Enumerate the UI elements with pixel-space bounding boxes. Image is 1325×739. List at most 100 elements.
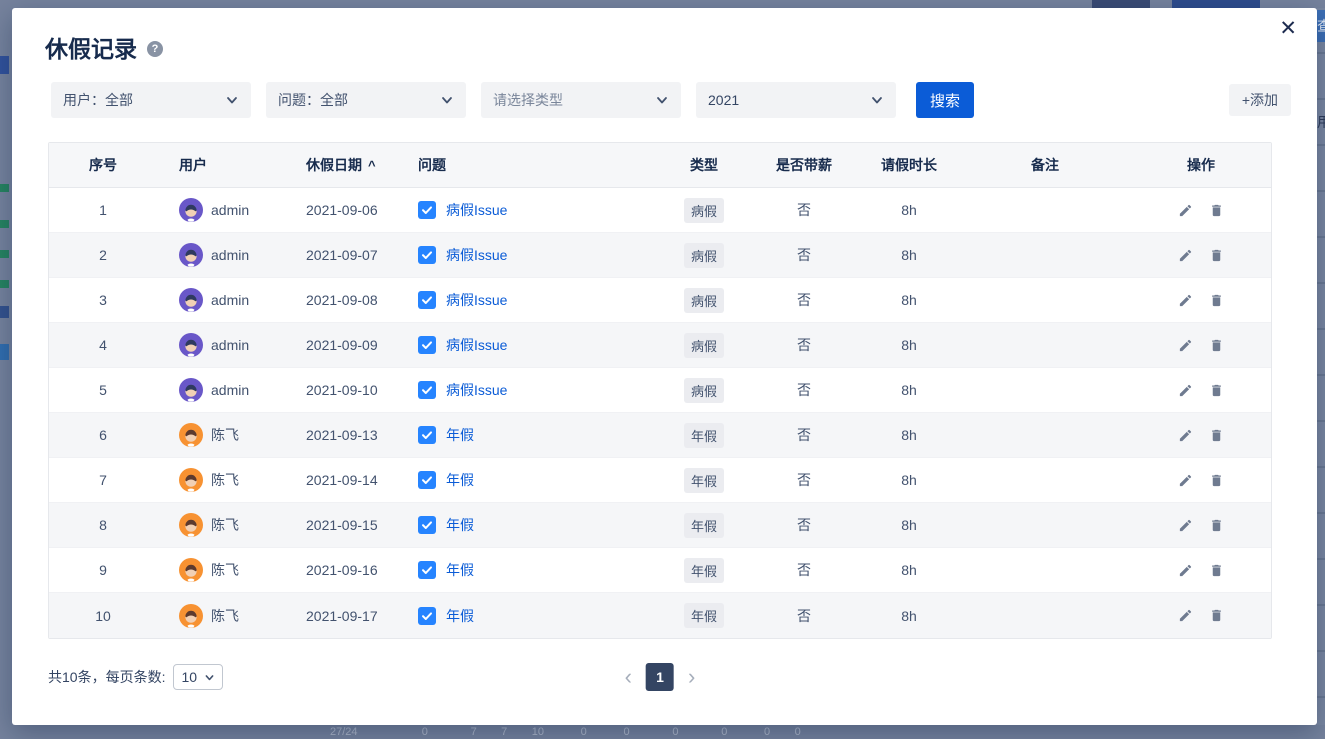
chevron-down-icon <box>655 93 669 107</box>
close-icon[interactable]: ✕ <box>1279 18 1297 39</box>
check-icon <box>421 519 433 531</box>
edit-icon[interactable] <box>1178 203 1193 218</box>
column-header-issue: 问题 <box>396 155 659 175</box>
user-avatar <box>179 243 203 267</box>
leave-date: 2021-09-08 <box>284 292 396 308</box>
next-page-icon[interactable]: › <box>686 666 697 688</box>
type-badge: 年假 <box>684 423 724 448</box>
row-index: 10 <box>49 608 157 624</box>
column-header-paid: 是否带薪 <box>749 155 859 175</box>
issue-link[interactable]: 病假Issue <box>446 335 507 355</box>
search-button[interactable]: 搜索 <box>916 82 974 118</box>
issue-link[interactable]: 年假 <box>446 425 474 445</box>
delete-icon[interactable] <box>1209 428 1224 443</box>
edit-icon[interactable] <box>1178 248 1193 263</box>
user-name: admin <box>211 292 249 308</box>
delete-icon[interactable] <box>1209 518 1224 533</box>
type-badge: 年假 <box>684 558 724 583</box>
issue-checkbox[interactable] <box>418 291 436 309</box>
column-header-user: 用户 <box>157 155 284 175</box>
user-filter-select[interactable]: 用户：全部 <box>51 82 251 118</box>
issue-checkbox[interactable] <box>418 561 436 579</box>
duration-value: 8h <box>859 472 959 488</box>
delete-icon[interactable] <box>1209 293 1224 308</box>
issue-checkbox[interactable] <box>418 336 436 354</box>
year-filter-select[interactable]: 2021 <box>696 82 896 118</box>
type-filter-select[interactable]: 请选择类型 <box>481 82 681 118</box>
issue-checkbox[interactable] <box>418 246 436 264</box>
check-icon <box>421 610 433 622</box>
user-filter-value: 用户：全部 <box>63 90 133 110</box>
delete-icon[interactable] <box>1209 473 1224 488</box>
row-index: 5 <box>49 382 157 398</box>
user-avatar <box>179 288 203 312</box>
page-size-value: 10 <box>181 669 197 685</box>
delete-icon[interactable] <box>1209 248 1224 263</box>
check-icon <box>421 249 433 261</box>
issue-link[interactable]: 病假Issue <box>446 200 507 220</box>
edit-icon[interactable] <box>1178 608 1193 623</box>
delete-icon[interactable] <box>1209 338 1224 353</box>
delete-icon[interactable] <box>1209 203 1224 218</box>
backdrop-artifact <box>0 220 9 228</box>
row-index: 2 <box>49 247 157 263</box>
edit-icon[interactable] <box>1178 338 1193 353</box>
table-row: 5 admin 2021-09-10 病假Issue 病假 否 8h <box>49 368 1271 413</box>
paid-value: 否 <box>749 470 859 490</box>
backdrop-bottom-numbers: 27/24 0 7 7 10 0 0 0 0 0 0 <box>330 726 801 738</box>
row-index: 7 <box>49 472 157 488</box>
delete-icon[interactable] <box>1209 383 1224 398</box>
duration-value: 8h <box>859 382 959 398</box>
duration-value: 8h <box>859 427 959 443</box>
backdrop-peek-button: 查 <box>1317 10 1325 42</box>
duration-value: 8h <box>859 608 959 624</box>
current-page-button[interactable]: 1 <box>646 663 674 691</box>
leave-records-table: 序号 用户 休假日期^ 问题 类型 是否带薪 请假时长 备注 操作 1 admi… <box>48 142 1272 639</box>
duration-value: 8h <box>859 337 959 353</box>
edit-icon[interactable] <box>1178 428 1193 443</box>
edit-icon[interactable] <box>1178 518 1193 533</box>
edit-icon[interactable] <box>1178 383 1193 398</box>
table-row: 8 陈飞 2021-09-15 年假 年假 否 8h <box>49 503 1271 548</box>
delete-icon[interactable] <box>1209 608 1224 623</box>
column-header-date[interactable]: 休假日期^ <box>284 155 396 175</box>
row-index: 1 <box>49 202 157 218</box>
issue-link[interactable]: 病假Issue <box>446 290 507 310</box>
backdrop-artifact <box>1172 0 1260 8</box>
leave-date: 2021-09-15 <box>284 517 396 533</box>
leave-date: 2021-09-10 <box>284 382 396 398</box>
issue-checkbox[interactable] <box>418 381 436 399</box>
edit-icon[interactable] <box>1178 473 1193 488</box>
user-avatar <box>179 513 203 537</box>
user-name: admin <box>211 382 249 398</box>
prev-page-icon[interactable]: ‹ <box>623 666 634 688</box>
issue-link[interactable]: 病假Issue <box>446 245 507 265</box>
issue-checkbox[interactable] <box>418 516 436 534</box>
backdrop-artifact <box>1092 0 1150 8</box>
issue-link[interactable]: 年假 <box>446 470 474 490</box>
backdrop-artifact <box>0 184 9 192</box>
add-button[interactable]: +添加 <box>1229 84 1291 116</box>
issue-checkbox[interactable] <box>418 201 436 219</box>
column-header-no: 序号 <box>49 155 157 175</box>
edit-icon[interactable] <box>1178 293 1193 308</box>
leave-records-modal: ✕ 休假记录 ? 用户：全部 问题：全部 请选择类型 2021 搜索 +添加 序… <box>12 8 1317 725</box>
edit-icon[interactable] <box>1178 563 1193 578</box>
issue-link[interactable]: 年假 <box>446 606 474 626</box>
backdrop-peek-label: 用 <box>1317 112 1325 132</box>
table-row: 2 admin 2021-09-07 病假Issue 病假 否 8h <box>49 233 1271 278</box>
issue-checkbox[interactable] <box>418 471 436 489</box>
backdrop-artifact <box>0 56 9 74</box>
issue-link[interactable]: 病假Issue <box>446 380 507 400</box>
issue-link[interactable]: 年假 <box>446 560 474 580</box>
page-size-select[interactable]: 10 <box>173 664 223 690</box>
user-avatar <box>179 558 203 582</box>
delete-icon[interactable] <box>1209 563 1224 578</box>
issue-link[interactable]: 年假 <box>446 515 474 535</box>
issue-checkbox[interactable] <box>418 607 436 625</box>
issue-filter-select[interactable]: 问题：全部 <box>266 82 466 118</box>
leave-date: 2021-09-07 <box>284 247 396 263</box>
help-icon[interactable]: ? <box>147 41 163 57</box>
issue-checkbox[interactable] <box>418 426 436 444</box>
leave-date: 2021-09-16 <box>284 562 396 578</box>
